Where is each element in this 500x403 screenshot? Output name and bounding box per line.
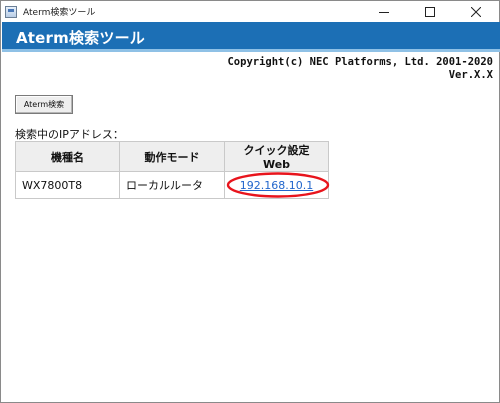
column-header-quick-setup: クイック設定Web — [224, 141, 329, 172]
table-header-row: 機種名 動作モード クイック設定Web — [15, 141, 329, 172]
model-cell: WX7800T8 — [15, 171, 120, 199]
quick-setup-link[interactable]: 192.168.10.1 — [240, 179, 313, 192]
title-bar[interactable]: Aterm検索ツール — [1, 1, 499, 22]
device-table: 機種名 動作モード クイック設定Web WX7800T8 ローカルルータ 192… — [15, 141, 330, 199]
version-text: Ver.X.X — [448, 69, 493, 81]
app-window: Aterm検索ツール Aterm検索ツール Copyright(c) NEC P… — [0, 0, 500, 403]
aterm-search-button[interactable]: Aterm検索 — [15, 95, 73, 114]
close-button[interactable] — [453, 1, 499, 22]
table-row: WX7800T8 ローカルルータ 192.168.10.1 — [15, 171, 330, 199]
window-controls — [361, 1, 499, 22]
column-header-mode: 動作モード — [119, 141, 225, 172]
searching-ip-label: 検索中のIPアドレス： — [15, 128, 124, 141]
mode-cell: ローカルルータ — [119, 171, 225, 199]
close-icon — [471, 6, 481, 17]
quick-setup-cell: 192.168.10.1 — [224, 171, 330, 199]
app-header: Aterm検索ツール — [2, 22, 500, 52]
minimize-button[interactable] — [361, 1, 407, 22]
maximize-icon — [425, 6, 435, 17]
maximize-button[interactable] — [407, 1, 453, 22]
app-header-title: Aterm検索ツール — [16, 29, 145, 47]
copyright-text: Copyright(c) NEC Platforms, Ltd. 2001-20… — [227, 56, 493, 68]
window-title: Aterm検索ツール — [23, 8, 96, 18]
minimize-icon — [379, 11, 389, 13]
column-header-model: 機種名 — [15, 141, 120, 172]
app-icon — [5, 5, 17, 18]
